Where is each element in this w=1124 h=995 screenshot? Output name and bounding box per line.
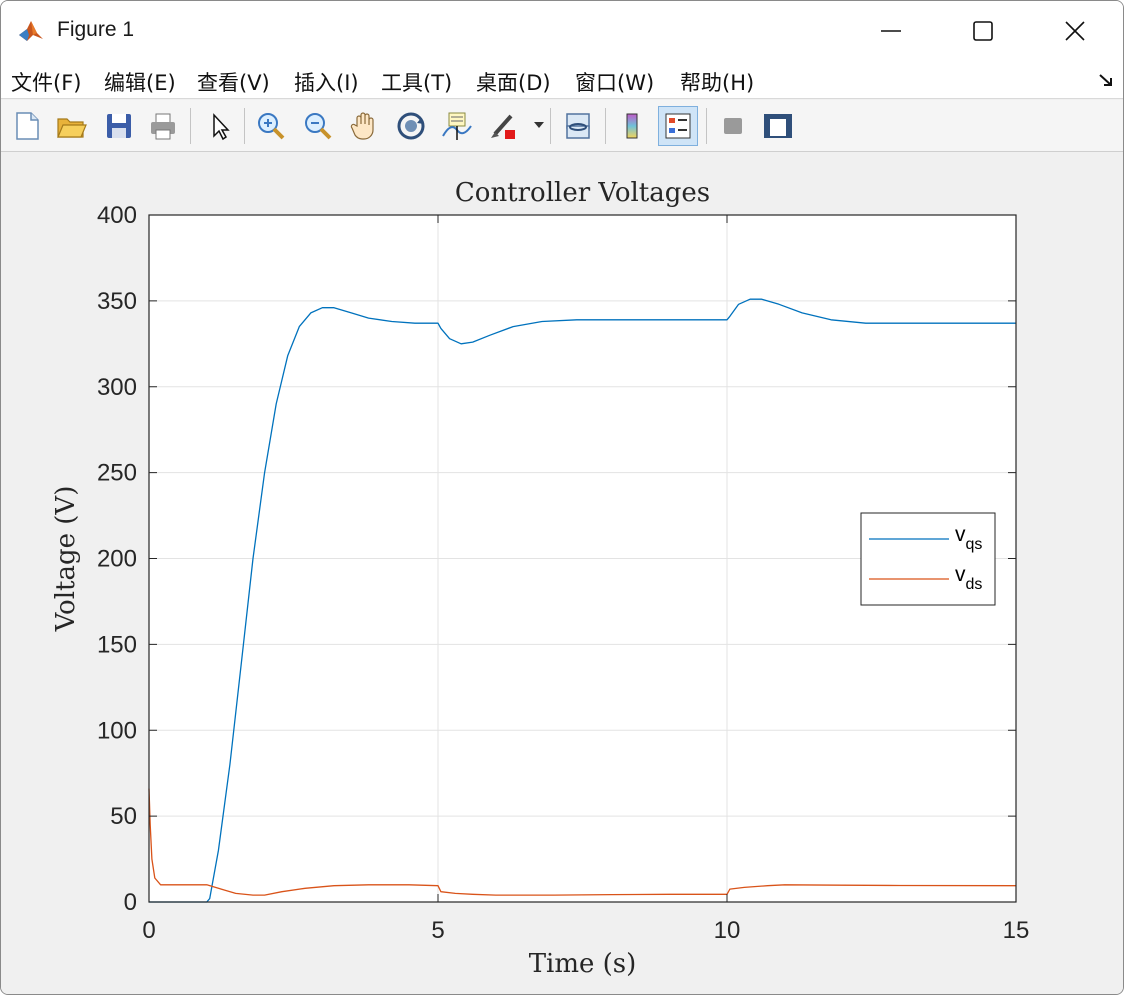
menu-help[interactable]: 帮助(H) [680, 67, 754, 97]
open-file-icon [57, 118, 87, 138]
zoom-in-icon [258, 113, 285, 140]
y-tick-label: 0 [124, 889, 137, 916]
data-cursor-button[interactable] [437, 106, 477, 146]
print-button[interactable] [143, 106, 183, 146]
zoom-out-icon [305, 113, 332, 140]
x-tick-label: 0 [142, 917, 155, 944]
open-file-button[interactable] [51, 106, 91, 146]
new-figure-button[interactable] [7, 106, 47, 146]
rotate-3d-icon [397, 112, 425, 140]
rotate-3d-button[interactable] [391, 106, 431, 146]
y-axis-label: Voltage (V) [51, 486, 81, 633]
legend-entry-main: v [955, 563, 966, 586]
y-tick-label: 250 [97, 460, 137, 487]
data-cursor-icon [442, 112, 472, 140]
save-button[interactable] [99, 106, 139, 146]
legend-entry-main: v [955, 523, 966, 546]
close-icon [1065, 21, 1085, 41]
zoom-in-button[interactable] [251, 106, 291, 146]
link-plot-icon [566, 113, 590, 139]
x-tick-label: 5 [431, 917, 444, 944]
legend-button[interactable] [658, 106, 698, 146]
matlab-logo-icon [17, 17, 45, 45]
colorbar-icon [626, 113, 638, 139]
edit-plot-button[interactable] [199, 106, 239, 146]
window-title: Figure 1 [57, 18, 135, 41]
maximize-icon [973, 21, 993, 41]
x-tick-label: 10 [714, 917, 741, 944]
y-tick-label: 300 [97, 374, 137, 401]
y-tick-label: 150 [97, 631, 137, 658]
x-tick-label: 15 [1003, 917, 1030, 944]
zoom-out-button[interactable] [298, 106, 338, 146]
x-axis-label: Time (s) [529, 949, 637, 979]
legend-icon [665, 113, 691, 139]
y-tick-label: 50 [110, 803, 137, 830]
hide-plot-tools-icon [724, 118, 742, 134]
toolbar-separator [244, 108, 245, 144]
print-icon [151, 113, 175, 140]
show-plot-tools-icon [764, 114, 792, 138]
save-icon [107, 114, 131, 138]
toolbar-separator [605, 108, 606, 144]
hide-plot-tools-button[interactable] [713, 106, 753, 146]
pan-button[interactable] [345, 106, 385, 146]
menu-window[interactable]: 窗口(W) [575, 67, 654, 97]
title-bar: Figure 1 [1, 1, 1123, 61]
minimize-button[interactable] [845, 7, 937, 55]
figure-toolbar [1, 100, 1123, 152]
legend-entry-subscript: ds [966, 576, 983, 593]
menu-desktop[interactable]: 桌面(D) [476, 67, 551, 97]
brush-dropdown-icon[interactable] [533, 120, 545, 130]
figure-window: Figure 1 文件(F) 编辑(E) 查看(V) 插入(I) 工具(T) 桌… [0, 0, 1124, 995]
minimize-icon [881, 30, 901, 32]
brush-button[interactable] [483, 106, 523, 146]
maximize-button[interactable] [937, 7, 1029, 55]
new-figure-icon [16, 112, 39, 140]
toolbar-separator [550, 108, 551, 144]
menu-tools[interactable]: 工具(T) [381, 67, 452, 97]
edit-plot-arrow-icon [213, 113, 230, 141]
colorbar-button[interactable] [612, 106, 652, 146]
link-plot-button[interactable] [558, 106, 598, 146]
legend[interactable]: vqsvds [860, 512, 996, 606]
brush-icon [491, 114, 515, 139]
legend-entry-subscript: qs [966, 536, 983, 553]
menu-view[interactable]: 查看(V) [197, 67, 270, 97]
menu-insert[interactable]: 插入(I) [294, 67, 359, 97]
show-plot-tools-button[interactable] [758, 106, 798, 146]
dock-arrow-icon[interactable] [1097, 71, 1115, 89]
close-button[interactable] [1029, 7, 1121, 55]
y-tick-label: 350 [97, 288, 137, 315]
y-tick-label: 400 [97, 202, 137, 229]
figure-canvas: 0 50 100 150 200 250 300 350 400 0 5 10 15 Controlle… [1, 153, 1123, 995]
y-tick-label: 200 [97, 546, 137, 573]
chart-title: Controller Voltages [455, 178, 710, 208]
toolbar-separator [190, 108, 191, 144]
menu-bar: 文件(F) 编辑(E) 查看(V) 插入(I) 工具(T) 桌面(D) 窗口(W… [1, 61, 1123, 99]
y-tick-label: 100 [97, 717, 137, 744]
menu-file[interactable]: 文件(F) [11, 67, 81, 97]
toolbar-separator [706, 108, 707, 144]
menu-edit[interactable]: 编辑(E) [104, 67, 176, 97]
line-chart[interactable]: 0 50 100 150 200 250 300 350 400 0 5 10 15 Controlle… [1, 153, 1123, 995]
pan-hand-icon [350, 112, 374, 140]
